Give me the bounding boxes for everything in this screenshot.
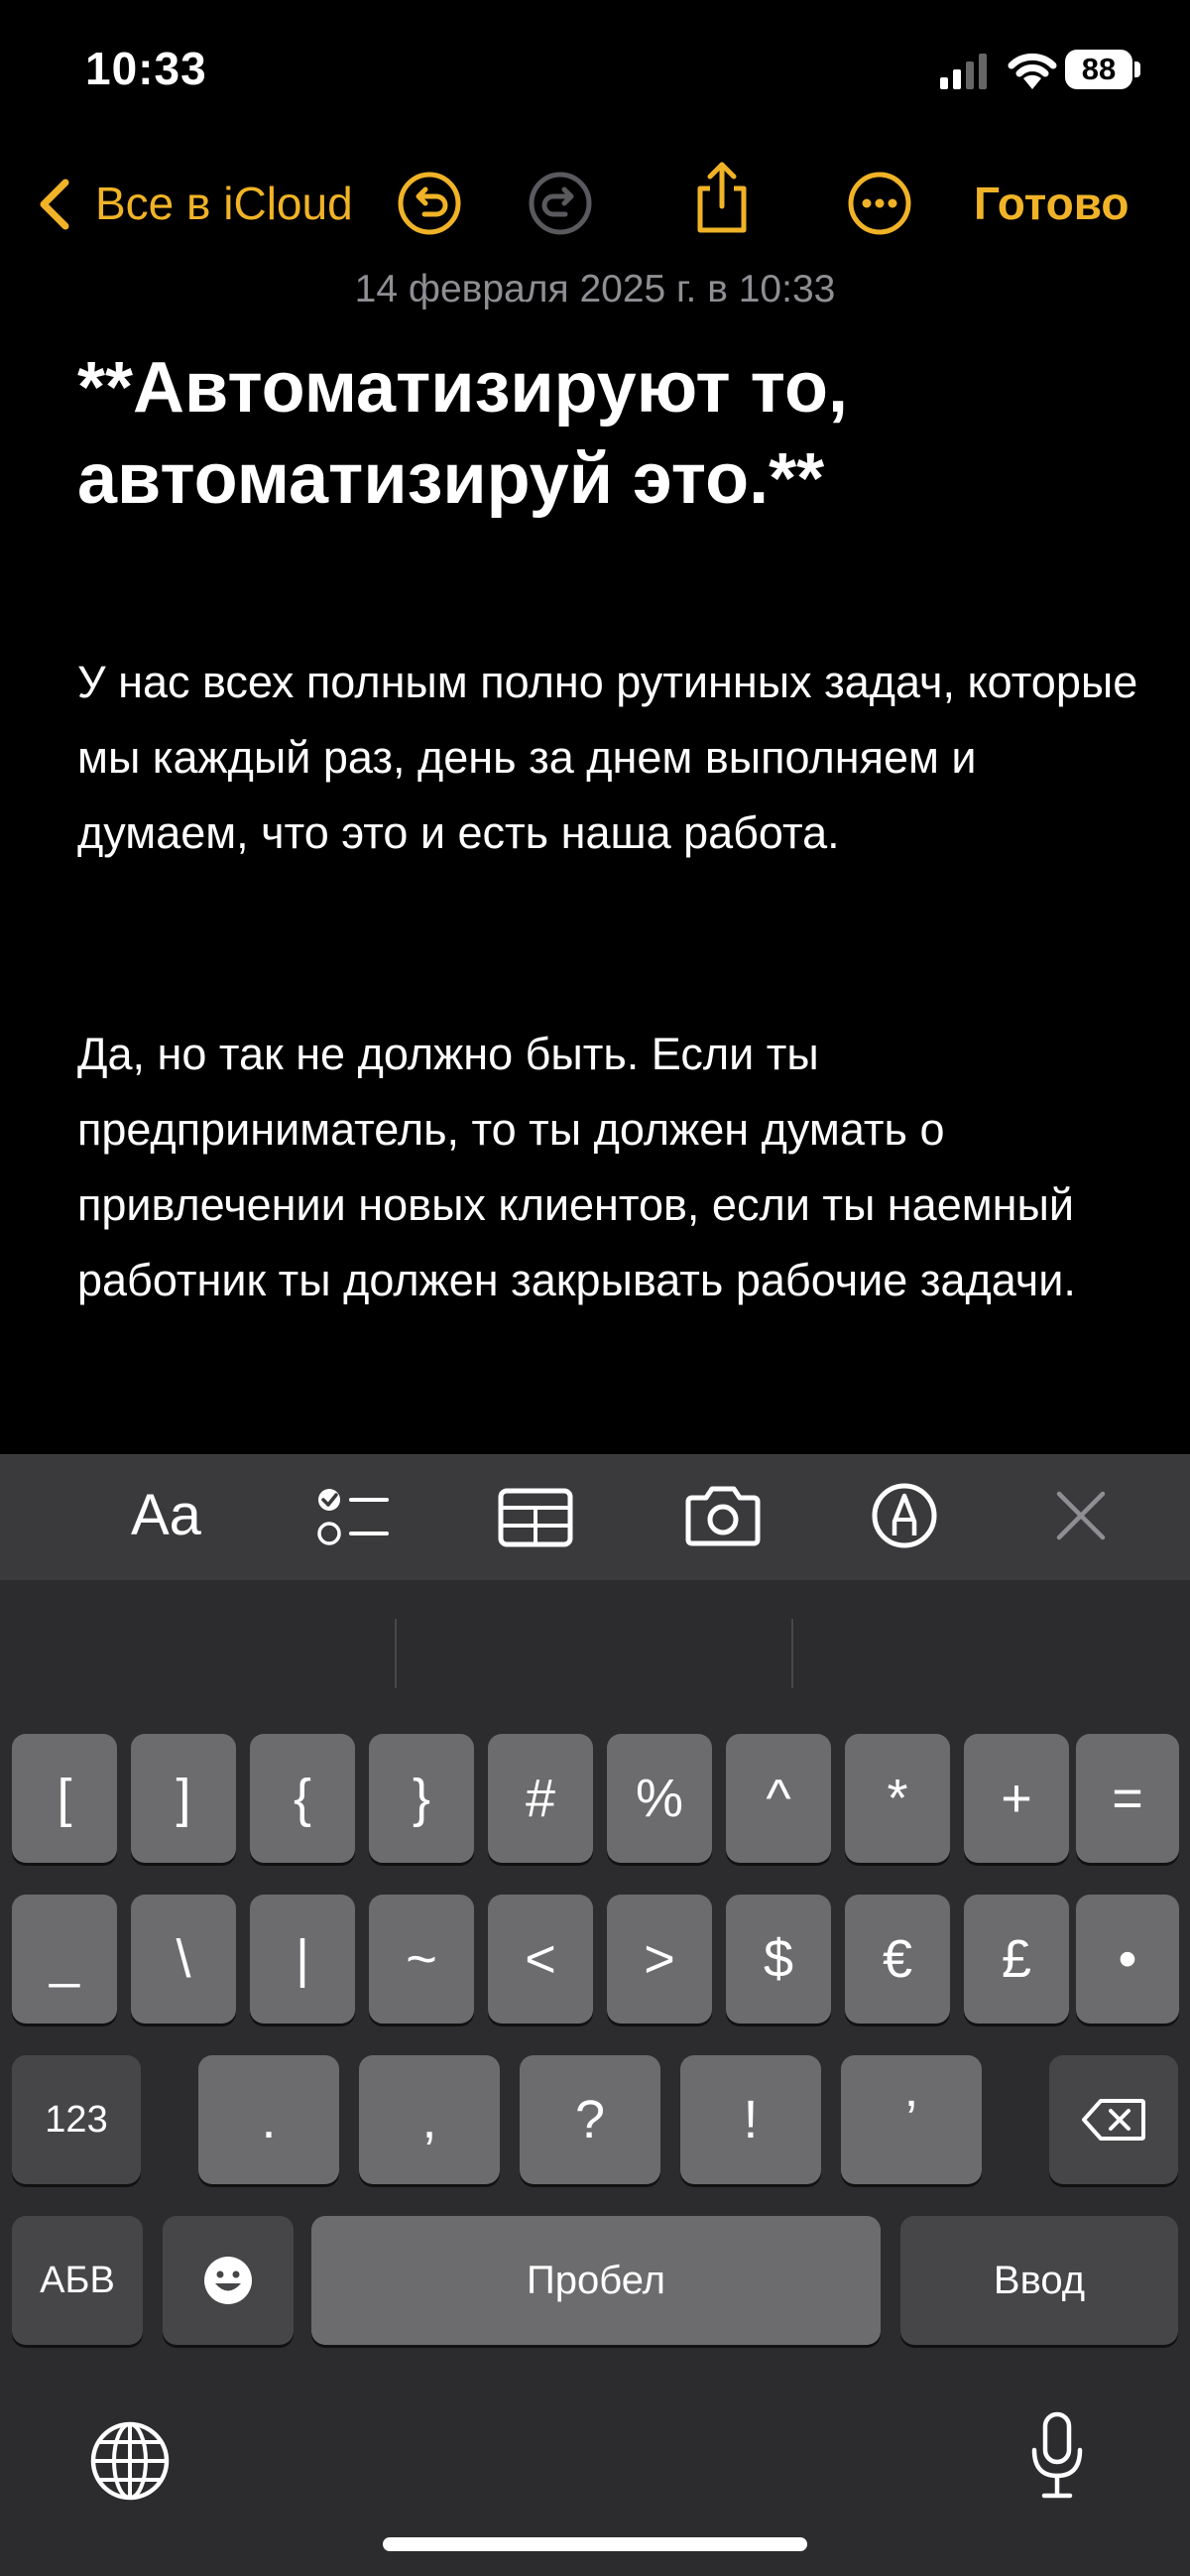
emoji-icon bbox=[204, 2257, 252, 2304]
return-key[interactable]: Ввод bbox=[900, 2216, 1178, 2345]
key-symbol[interactable]: * bbox=[845, 1734, 950, 1863]
space-key[interactable]: Пробел bbox=[311, 2216, 881, 2345]
key-symbol[interactable]: $ bbox=[726, 1895, 831, 2024]
battery-level: 88 bbox=[1081, 52, 1117, 86]
key-symbol[interactable]: ^ bbox=[726, 1734, 831, 1863]
key-symbol[interactable]: | bbox=[250, 1895, 355, 2024]
battery-tip bbox=[1134, 61, 1140, 77]
text-format-button[interactable]: Aa bbox=[131, 1482, 201, 1548]
key-symbol[interactable]: = bbox=[1076, 1734, 1179, 1863]
checklist-icon[interactable] bbox=[315, 1484, 391, 1549]
done-button[interactable]: Готово bbox=[974, 177, 1130, 230]
close-keyboard-icon[interactable] bbox=[1055, 1490, 1107, 1541]
backspace-icon bbox=[1082, 2099, 1145, 2141]
delete-key[interactable] bbox=[1049, 2055, 1178, 2184]
alphabet-mode-key[interactable]: АБВ bbox=[12, 2216, 143, 2345]
undo-icon[interactable] bbox=[397, 171, 462, 236]
globe-icon[interactable] bbox=[89, 2420, 171, 2502]
numbers-mode-key[interactable]: 123 bbox=[12, 2055, 141, 2184]
emoji-key[interactable] bbox=[163, 2216, 294, 2345]
key-symbol[interactable]: . bbox=[198, 2055, 339, 2184]
key-symbol[interactable]: [ bbox=[12, 1734, 117, 1863]
cellular-signal-icon bbox=[940, 54, 987, 89]
key-symbol[interactable]: • bbox=[1076, 1895, 1179, 2024]
key-symbol[interactable]: \ bbox=[131, 1895, 236, 2024]
key-symbol[interactable]: £ bbox=[964, 1895, 1069, 2024]
note-paragraph[interactable]: Да, но так не должно быть. Если ты предп… bbox=[77, 1017, 1148, 1318]
home-indicator bbox=[383, 2537, 807, 2551]
note-title[interactable]: **Автоматизируют то, автоматизируй это.*… bbox=[77, 342, 1148, 525]
share-icon[interactable] bbox=[692, 159, 752, 234]
battery-icon: 88 bbox=[1065, 50, 1132, 89]
key-symbol[interactable]: # bbox=[488, 1734, 593, 1863]
key-symbol[interactable]: { bbox=[250, 1734, 355, 1863]
suggestion-divider bbox=[395, 1619, 397, 1688]
key-symbol[interactable]: _ bbox=[12, 1895, 117, 2024]
key-symbol[interactable]: } bbox=[369, 1734, 474, 1863]
status-time: 10:33 bbox=[85, 43, 207, 94]
key-symbol[interactable]: ! bbox=[680, 2055, 821, 2184]
back-button[interactable]: Все в iCloud bbox=[95, 177, 353, 230]
suggestion-divider bbox=[791, 1619, 793, 1688]
note-paragraph[interactable]: У нас всех полным полно рутинных задач, … bbox=[77, 645, 1148, 871]
microphone-icon[interactable] bbox=[1029, 2410, 1085, 2500]
key-symbol[interactable]: , bbox=[359, 2055, 500, 2184]
markup-pen-icon[interactable] bbox=[871, 1482, 938, 1549]
key-symbol[interactable]: € bbox=[845, 1895, 950, 2024]
note-date: 14 февраля 2025 г. в 10:33 bbox=[354, 268, 836, 310]
key-symbol[interactable]: + bbox=[964, 1734, 1069, 1863]
key-symbol[interactable]: ] bbox=[131, 1734, 236, 1863]
key-symbol[interactable]: % bbox=[607, 1734, 712, 1863]
redo-icon[interactable] bbox=[528, 171, 593, 236]
key-symbol[interactable]: ’ bbox=[841, 2055, 982, 2184]
key-symbol[interactable]: ~ bbox=[369, 1895, 474, 2024]
key-symbol[interactable]: > bbox=[607, 1895, 712, 2024]
camera-icon[interactable] bbox=[684, 1484, 762, 1547]
key-symbol[interactable]: ? bbox=[520, 2055, 660, 2184]
wifi-icon bbox=[1008, 53, 1057, 89]
key-symbol[interactable]: < bbox=[488, 1895, 593, 2024]
chevron-left-icon[interactable] bbox=[36, 179, 75, 230]
more-options-icon[interactable] bbox=[847, 171, 912, 236]
table-icon[interactable] bbox=[498, 1488, 573, 1547]
